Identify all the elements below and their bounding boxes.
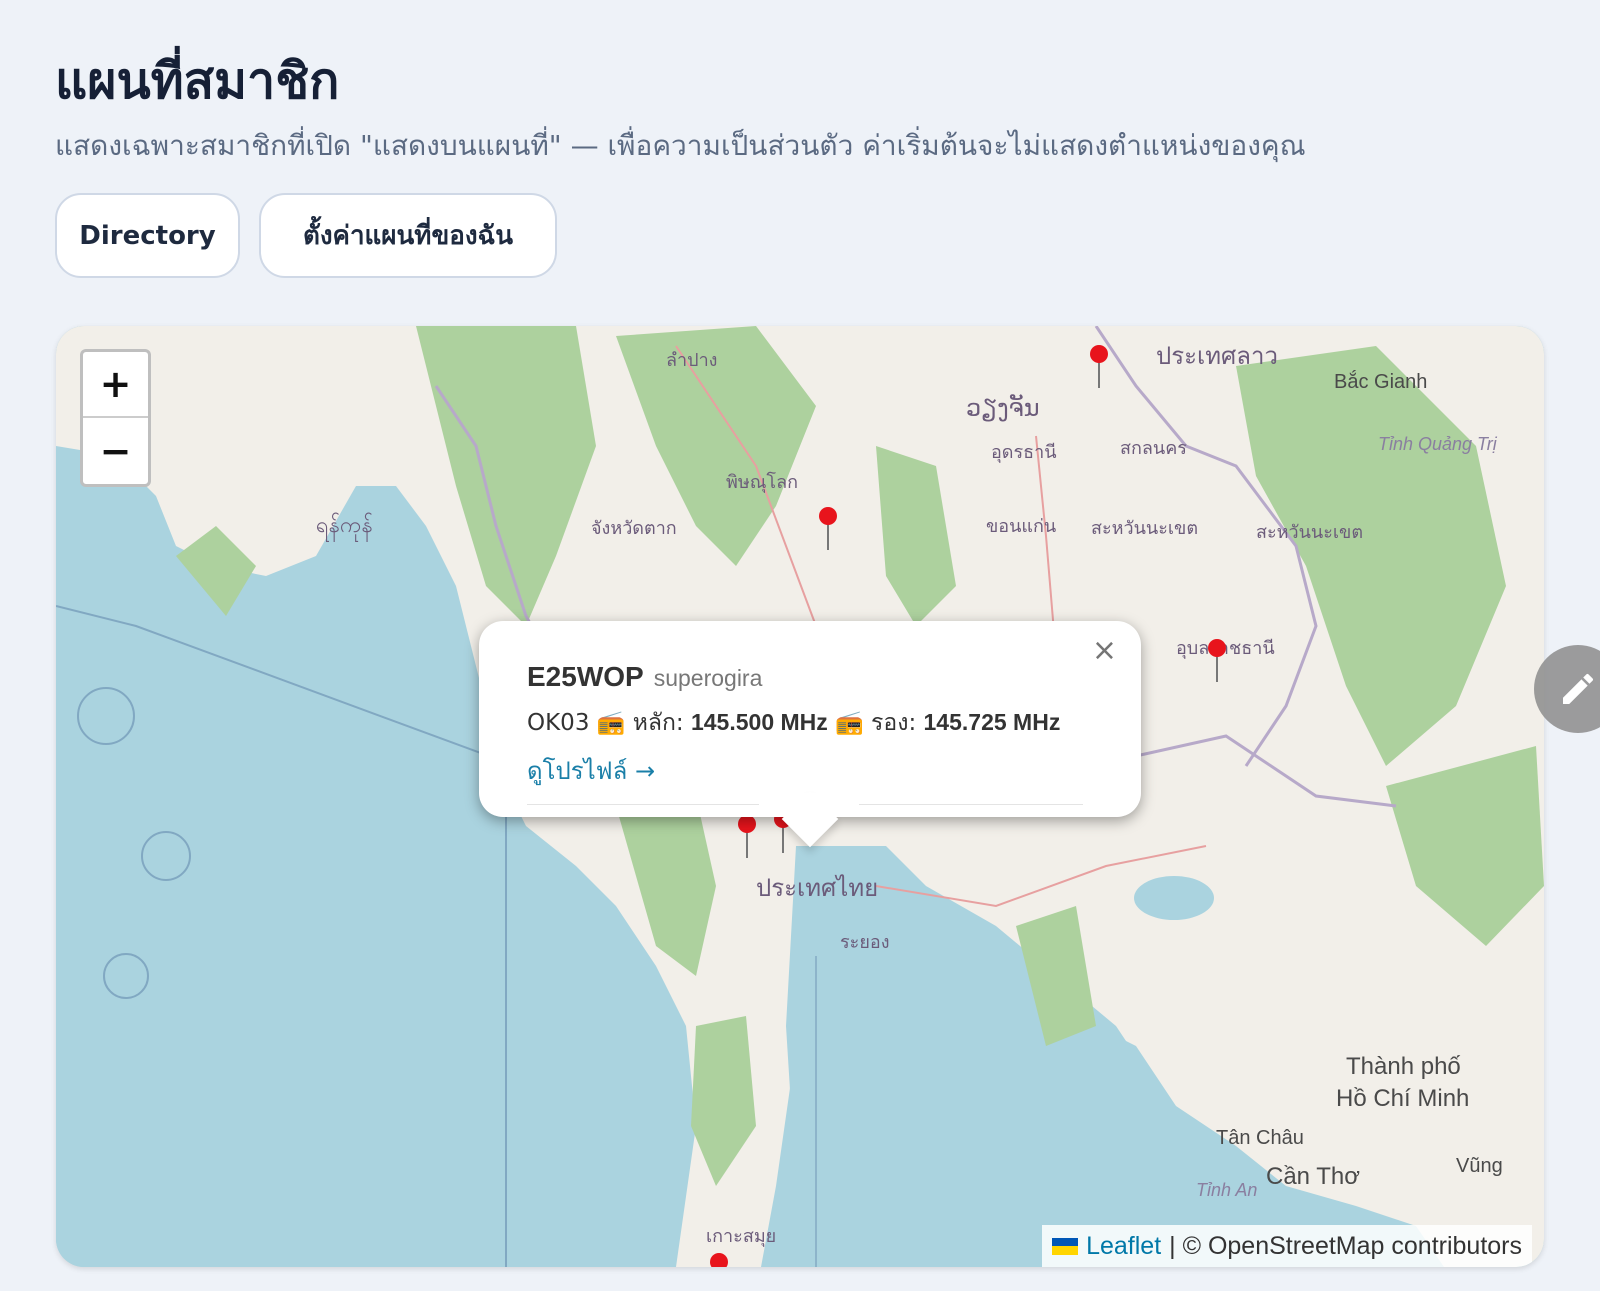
popup-grid: OK03 <box>527 710 590 736</box>
map-pin-icon <box>1090 345 1108 388</box>
member-marker[interactable] <box>708 1252 730 1267</box>
svg-text:Tỉnh An: Tỉnh An <box>1196 1180 1257 1200</box>
svg-text:Cần Thơ: Cần Thơ <box>1266 1163 1360 1190</box>
map-pin-icon <box>819 507 837 550</box>
page-title: แผนที่สมาชิก <box>55 52 340 110</box>
popup-callsign: E25WOP <box>527 661 644 692</box>
svg-text:Thành phố: Thành phố <box>1346 1053 1461 1080</box>
svg-text:พิษณุโลก: พิษณุโลก <box>726 471 798 493</box>
radio-icon: 📻 <box>596 710 626 736</box>
svg-text:Bắc Gianh: Bắc Gianh <box>1334 370 1427 393</box>
map-pin-icon <box>710 1253 728 1267</box>
primary-frequency: 145.500 MHz <box>690 709 828 735</box>
svg-text:จังหวัดตาก: จังหวัดตาก <box>591 518 677 539</box>
map-pin-icon <box>738 815 756 858</box>
svg-text:Hồ Chí Minh: Hồ Chí Minh <box>1336 1085 1469 1112</box>
svg-text:ရန်ကုန်: ရန်ကုန် <box>316 512 373 542</box>
zoom-control: + − <box>80 349 151 487</box>
svg-text:ระยอง: ระยอง <box>840 932 889 953</box>
svg-text:อุดรธานี: อุดรธานี <box>991 442 1057 463</box>
secondary-label: รอง: <box>871 710 917 736</box>
my-map-settings-button[interactable]: ตั้งค่าแผนที่ของฉัน <box>259 193 557 278</box>
svg-text:ประเทศลาว: ประเทศลาว <box>1156 342 1278 370</box>
svg-text:Tân Châu: Tân Châu <box>1216 1127 1304 1149</box>
svg-text:ວຽງຈັນ: ວຽງຈັນ <box>966 393 1040 422</box>
member-marker[interactable] <box>817 506 839 550</box>
svg-text:สกลนคร: สกลนคร <box>1120 438 1187 459</box>
pencil-icon <box>1563 673 1594 704</box>
svg-text:ประเทศไทย: ประเทศไทย <box>756 874 878 902</box>
close-icon[interactable]: × <box>1092 633 1117 668</box>
map-pin-icon <box>1208 639 1226 682</box>
member-marker[interactable] <box>1206 638 1228 682</box>
member-marker[interactable] <box>1088 344 1110 388</box>
member-marker[interactable] <box>736 814 758 858</box>
svg-text:Tỉnh Quảng Trị: Tỉnh Quảng Trị <box>1378 434 1498 454</box>
primary-label: หลัก: <box>632 710 684 736</box>
svg-text:สะหวันนะเขต: สะหวันนะเขต <box>1091 518 1198 539</box>
secondary-frequency: 145.725 MHz <box>923 709 1061 735</box>
map-attribution: Leaflet | © OpenStreetMap contributors <box>1042 1225 1532 1267</box>
view-profile-link[interactable]: ดูโปรไฟล์ → <box>527 751 655 790</box>
ukraine-flag-icon <box>1052 1237 1079 1255</box>
member-popup: × E25WOP superogira OK03 📻 หลัก: 145.500… <box>479 621 1141 848</box>
leaflet-link[interactable]: Leaflet <box>1086 1232 1161 1261</box>
svg-text:ขอนแก่น: ขอนแก่น <box>986 516 1056 537</box>
member-map[interactable]: ลำปาง พิษณุโลก อุดรธานี สกลนคร ขอนแก่น ส… <box>56 326 1544 1267</box>
svg-text:ลำปาง: ลำปาง <box>666 350 717 371</box>
svg-text:สะหวันนะเขต: สะหวันนะเขต <box>1256 522 1363 543</box>
directory-button[interactable]: Directory <box>55 193 240 278</box>
zoom-out-button[interactable]: − <box>83 418 148 484</box>
page-subtitle: แสดงเฉพาะสมาชิกที่เปิด "แสดงบนแผนที่" — … <box>55 129 1306 162</box>
radio-icon: 📻 <box>835 710 864 736</box>
svg-text:Vũng: Vũng <box>1456 1155 1503 1177</box>
zoom-in-button[interactable]: + <box>83 352 148 418</box>
popup-username: superogira <box>653 665 763 691</box>
svg-text:เกาะสมุย: เกาะสมุย <box>706 1226 776 1247</box>
popup-frequencies: OK03 📻 หลัก: 145.500 MHz 📻 รอง: 145.725 … <box>527 705 1093 741</box>
attribution-text: | © OpenStreetMap contributors <box>1169 1231 1522 1260</box>
